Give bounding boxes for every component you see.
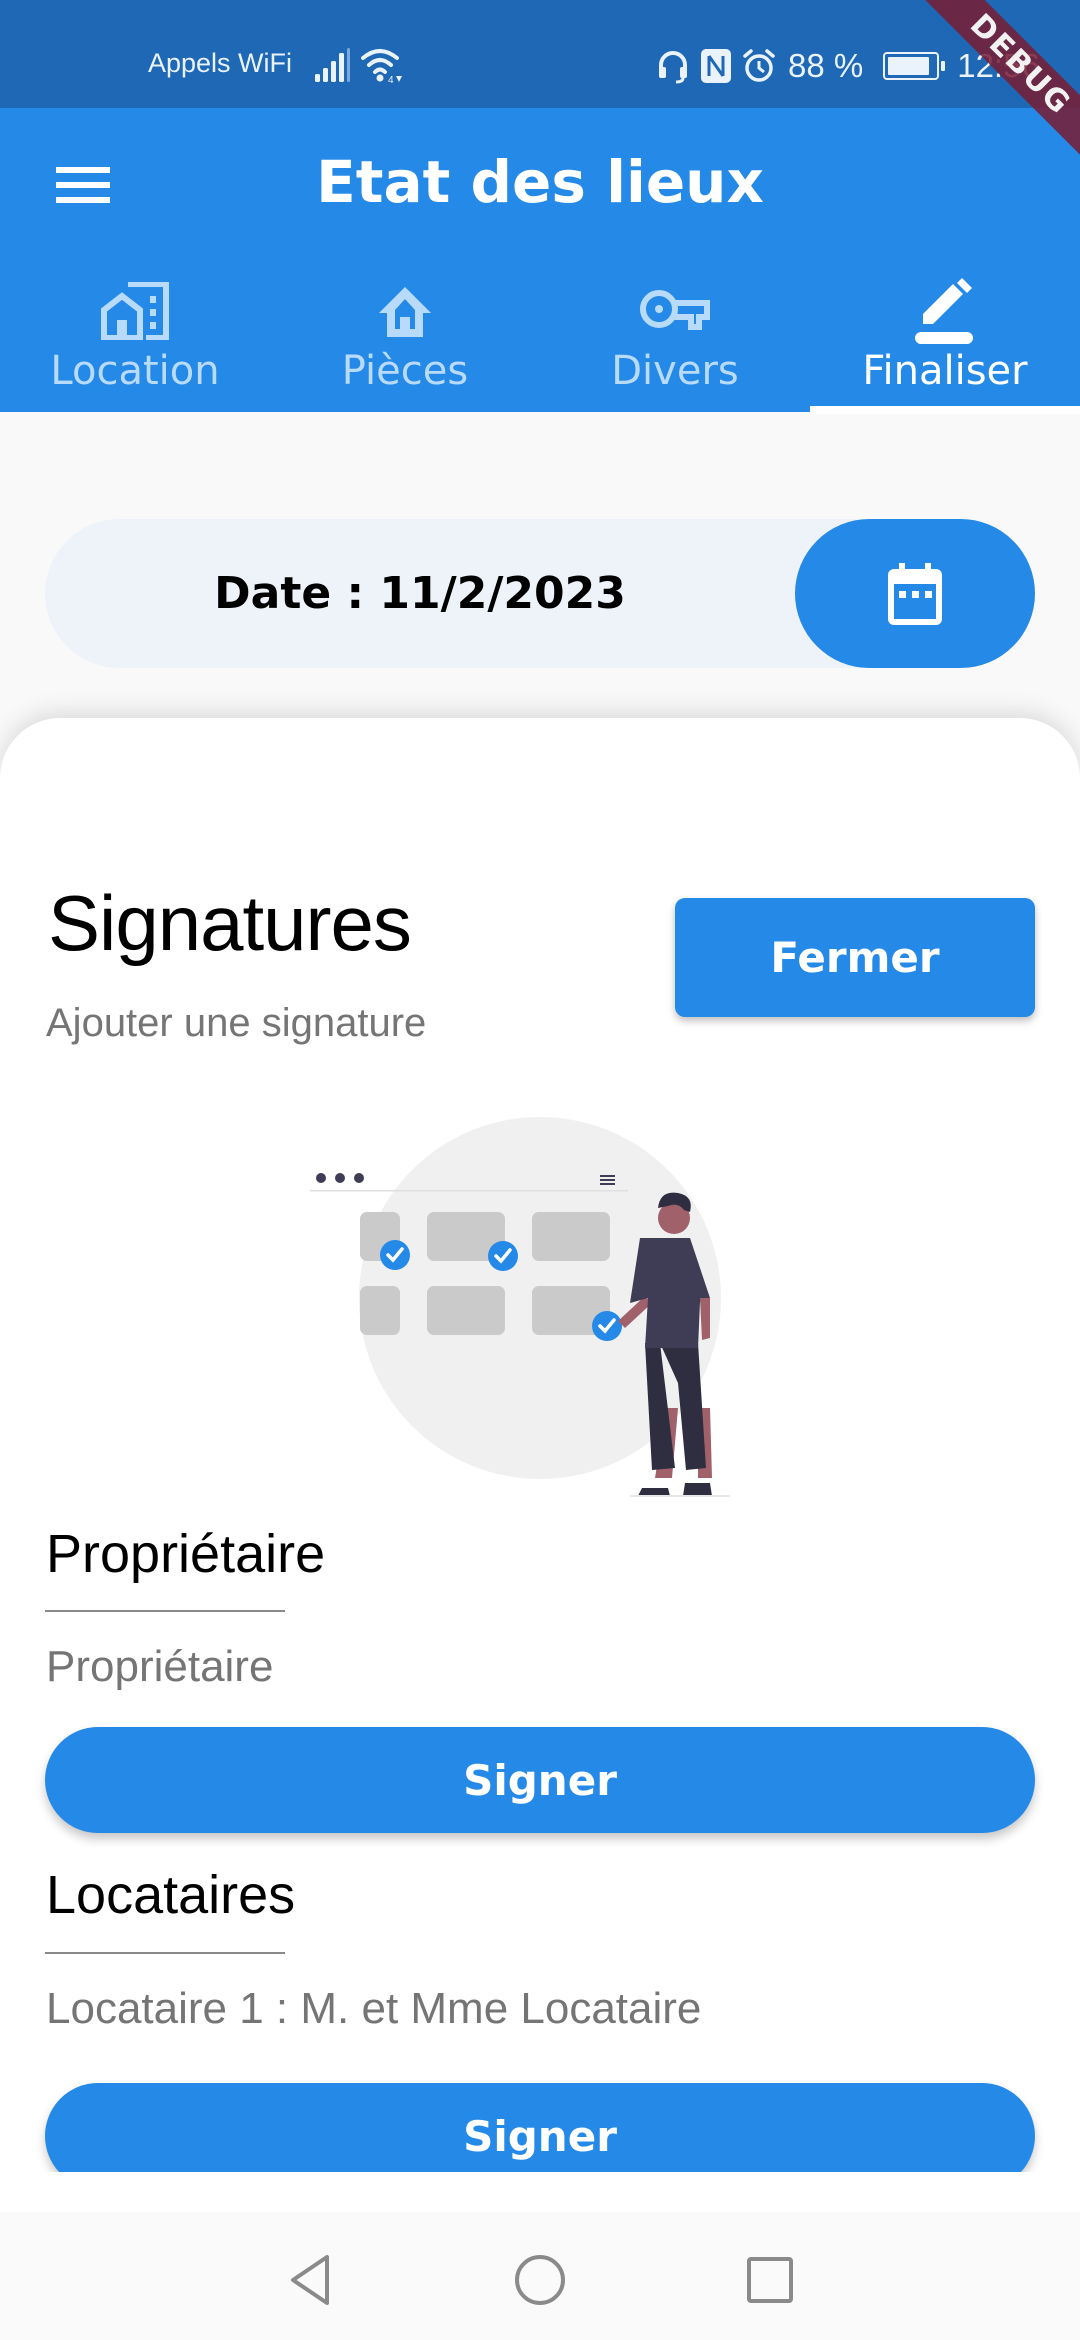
tenants-divider xyxy=(45,1952,285,1954)
dots-icon xyxy=(316,1173,364,1183)
building-house-icon xyxy=(95,276,175,346)
owner-heading: Propriétaire xyxy=(46,1524,326,1584)
page-title: Etat des lieux xyxy=(316,148,764,216)
tab-label: Pièces xyxy=(341,348,469,394)
tab-bar: Location Pièces Divers Finaliser xyxy=(0,268,1080,414)
signature-illustration xyxy=(310,1117,730,1497)
tab-label: Finaliser xyxy=(862,348,1028,394)
check-icon xyxy=(488,1241,518,1271)
check-icon xyxy=(592,1311,622,1341)
nfc-icon xyxy=(701,49,731,83)
calendar-button[interactable] xyxy=(795,519,1035,668)
home-circle-icon[interactable] xyxy=(510,2253,570,2307)
close-button[interactable]: Fermer xyxy=(675,898,1035,1017)
battery-icon xyxy=(883,52,946,80)
date-label: Date : 11/2/2023 xyxy=(214,568,626,619)
home-icon xyxy=(365,276,445,346)
owner-name: Propriétaire xyxy=(46,1642,274,1691)
app-bar: Etat des lieux Location Pièces Divers Fi… xyxy=(0,108,1080,414)
calendar-icon xyxy=(888,562,942,625)
tab-finaliser[interactable]: Finaliser xyxy=(810,268,1080,414)
svg-text:4: 4 xyxy=(388,75,394,84)
signatures-title: Signatures xyxy=(48,879,412,967)
key-icon xyxy=(635,276,715,346)
wifi-icon: 4 xyxy=(361,49,402,84)
tenant-sign-button[interactable]: Signer xyxy=(45,2083,1035,2172)
back-icon[interactable] xyxy=(280,2253,340,2307)
headset-icon xyxy=(659,51,687,84)
status-bar: Appels WiFi 4 88 % 12:56 xyxy=(0,0,1080,108)
owner-divider xyxy=(45,1610,285,1612)
menu-lines-icon xyxy=(600,1175,615,1185)
signal-icon xyxy=(315,48,350,82)
signatures-sheet-content: Signatures Ajouter une signature Fermer xyxy=(0,718,1080,2172)
tab-pieces[interactable]: Pièces xyxy=(270,268,540,412)
alarm-icon xyxy=(743,49,775,82)
tenants-heading: Locataires xyxy=(46,1865,296,1925)
tab-location[interactable]: Location xyxy=(0,268,270,412)
signatures-subtitle: Ajouter une signature xyxy=(46,1001,427,1045)
sheet-bottom xyxy=(0,2172,1080,2212)
tab-label: Location xyxy=(50,348,220,394)
active-tab-indicator xyxy=(810,406,1080,414)
tab-divers[interactable]: Divers xyxy=(540,268,810,412)
tenant-name: Locataire 1 : M. et Mme Locataire xyxy=(46,1984,702,2033)
recents-square-icon[interactable] xyxy=(740,2253,800,2307)
check-icon xyxy=(380,1240,410,1270)
edit-pen-icon xyxy=(905,276,985,346)
carrier-label: Appels WiFi xyxy=(148,48,293,78)
battery-percent: 88 % xyxy=(788,47,864,84)
owner-sign-button[interactable]: Signer xyxy=(45,1727,1035,1833)
tab-label: Divers xyxy=(611,348,739,394)
